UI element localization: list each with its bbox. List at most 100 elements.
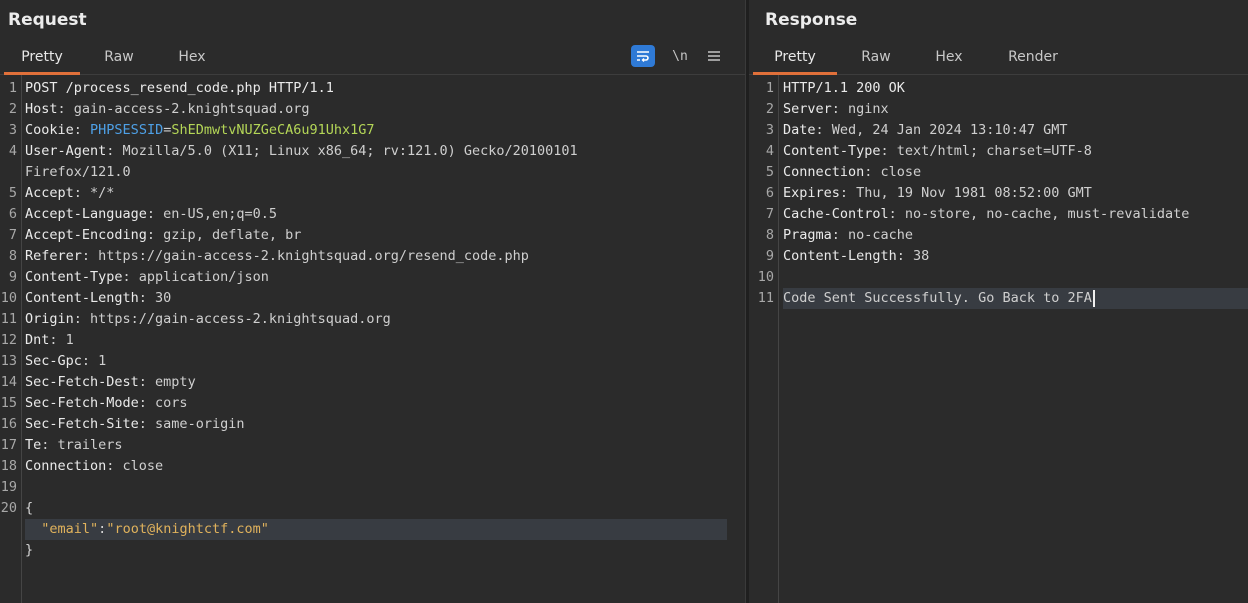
response-tabs: Pretty Raw Hex Render <box>749 44 1248 75</box>
header-name: Referer <box>25 248 82 264</box>
tab-pretty[interactable]: Pretty <box>753 44 837 75</box>
line-number: 4 <box>765 143 774 159</box>
line-number: 6 <box>8 206 17 222</box>
json-close-brace: } <box>25 540 727 561</box>
line-number: 1 <box>765 80 774 96</box>
hamburger-menu-icon[interactable] <box>705 45 723 67</box>
header-line: Expires: Thu, 19 Nov 1981 08:52:00 GMT <box>783 183 1248 204</box>
tab-raw[interactable]: Raw <box>88 44 150 72</box>
header-line: Accept-Encoding: gzip, deflate, br <box>25 225 727 246</box>
cookie-name: PHPSESSID <box>90 122 164 138</box>
line-number-gutter: 1 2 3 4 5 6 7 8 9 10 11 12 13 14 15 16 1… <box>0 75 22 603</box>
header-line: Connection: close <box>25 456 727 477</box>
header-name: Te <box>25 437 42 453</box>
request-line-text: POST /process_resend_code.php HTTP/1.1 <box>25 80 334 96</box>
header-name: Pragma <box>783 227 832 243</box>
line-number: 12 <box>0 332 17 348</box>
response-body-line: Code Sent Successfully. Go Back to 2FA <box>783 288 1248 309</box>
line-number-gutter: 1 2 3 4 5 6 7 8 9 10 11 <box>749 75 779 603</box>
line-number: 6 <box>765 185 774 201</box>
header-value: : no-store, no-cache, must-revalidate <box>888 206 1190 222</box>
cookie-value: ShEDmwtvNUZGeCA6u91Uhx1G7 <box>171 122 375 138</box>
header-name: Content-Type <box>25 269 123 285</box>
header-line: User-Agent: Mozilla/5.0 (X11; Linux x86_… <box>25 141 727 162</box>
request-pane: Request Pretty Raw Hex \n 1 2 3 4 5 6 7 … <box>0 0 745 603</box>
header-name: Server <box>783 101 832 117</box>
header-name: Origin <box>25 311 74 327</box>
header-name: Accept <box>25 185 74 201</box>
line-number: 16 <box>0 416 17 432</box>
tab-render[interactable]: Render <box>993 44 1073 72</box>
tab-hex[interactable]: Hex <box>917 44 981 72</box>
header-value: : nginx <box>831 101 889 117</box>
tab-pretty[interactable]: Pretty <box>4 44 80 75</box>
header-name: Content-Type <box>783 143 881 159</box>
header-name: Sec-Fetch-Dest <box>25 374 139 390</box>
json-value: "root@knightctf.com" <box>106 521 269 537</box>
line-number: 13 <box>0 353 17 369</box>
line-number: 5 <box>765 164 774 180</box>
line-number: 10 <box>0 290 17 306</box>
header-line: Date: Wed, 24 Jan 2024 13:10:47 GMT <box>783 120 1248 141</box>
header-name: Expires <box>783 185 840 201</box>
header-name: Date <box>783 122 816 138</box>
request-title: Request <box>8 10 87 30</box>
line-number: 9 <box>8 269 17 285</box>
header-name: Accept-Encoding <box>25 227 147 243</box>
header-line: Sec-Fetch-Dest: empty <box>25 372 727 393</box>
line-number: 11 <box>0 311 17 327</box>
header-value: : Mozilla/5.0 (X11; Linux x86_64; rv:121… <box>106 143 578 159</box>
newline-toggle-icon[interactable]: \n <box>669 45 691 67</box>
header-line: Referer: https://gain-access-2.knightsqu… <box>25 246 727 267</box>
header-value: : gzip, deflate, br <box>146 227 302 243</box>
line-number: 1 <box>8 80 17 96</box>
header-line: Cache-Control: no-store, no-cache, must-… <box>783 204 1248 225</box>
response-pane: Response Pretty Raw Hex Render 1 2 3 4 5… <box>749 0 1248 603</box>
response-body-text: Code Sent Successfully. Go Back to 2FA <box>783 290 1092 306</box>
header-value: : close <box>864 164 922 180</box>
tab-raw[interactable]: Raw <box>845 44 907 72</box>
header-line: Host: gain-access-2.knightsquad.org <box>25 99 727 120</box>
response-title: Response <box>765 10 858 30</box>
header-line: Sec-Fetch-Mode: cors <box>25 393 727 414</box>
header-value: : application/json <box>122 269 269 285</box>
header-name: Host <box>25 101 58 117</box>
header-line: Content-Length: 38 <box>783 246 1248 267</box>
line-number: 17 <box>0 437 17 453</box>
line-number: 20 <box>0 500 17 516</box>
json-key: "email" <box>41 521 99 537</box>
header-name: Accept-Language <box>25 206 147 222</box>
line-number: 8 <box>8 248 17 264</box>
header-value: : https://gain-access-2.knightsquad.org/… <box>81 248 529 264</box>
header-line: Dnt: 1 <box>25 330 727 351</box>
response-editor[interactable]: 1 2 3 4 5 6 7 8 9 10 11 HTTP/1.1 200 OK … <box>749 75 1248 603</box>
header-name: Cookie <box>25 122 74 138</box>
header-line-wrapped: Firefox/121.0 <box>25 162 727 183</box>
request-editor[interactable]: 1 2 3 4 5 6 7 8 9 10 11 12 13 14 15 16 1… <box>0 75 745 603</box>
header-value: : empty <box>138 374 196 390</box>
header-value: : https://gain-access-2.knightsquad.org <box>73 311 391 327</box>
header-value: : cors <box>138 395 188 411</box>
header-name: Sec-Fetch-Mode <box>25 395 139 411</box>
header-name: Connection <box>25 458 107 474</box>
header-line: Pragma: no-cache <box>783 225 1248 246</box>
tab-hex[interactable]: Hex <box>160 44 224 72</box>
header-name: Content-Length <box>25 290 139 306</box>
line-number: 11 <box>757 290 774 306</box>
header-value: Firefox/121.0 <box>25 164 131 180</box>
header-name: User-Agent <box>25 143 107 159</box>
header-value: : close <box>106 458 164 474</box>
header-value: : */* <box>73 185 115 201</box>
brace: { <box>25 500 34 516</box>
header-line: Sec-Gpc: 1 <box>25 351 727 372</box>
line-number: 8 <box>765 227 774 243</box>
request-toolbar: \n <box>631 44 723 68</box>
header-value: : 38 <box>896 248 930 264</box>
header-line: Origin: https://gain-access-2.knightsqua… <box>25 309 727 330</box>
header-name: Dnt <box>25 332 50 348</box>
header-value: : no-cache <box>831 227 914 243</box>
wrap-lines-icon[interactable] <box>631 45 655 67</box>
status-line-text: HTTP/1.1 200 OK <box>783 80 905 96</box>
brace: } <box>25 542 34 558</box>
